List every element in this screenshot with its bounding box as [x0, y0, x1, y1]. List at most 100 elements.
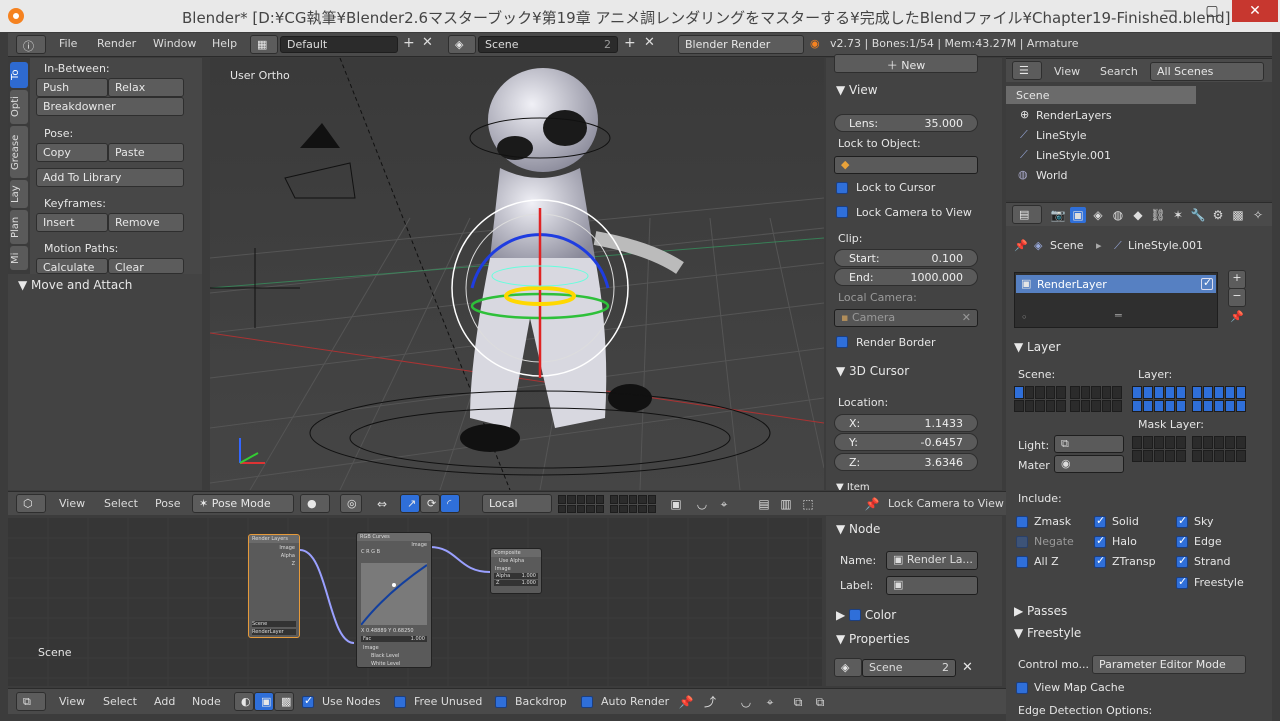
properties-section-header[interactable]: ▼ Properties — [836, 632, 910, 654]
pin-icon[interactable]: 📌 — [864, 496, 880, 512]
scene-layer-grid-2[interactable] — [1070, 386, 1122, 412]
delete-scene-icon[interactable]: ✕ — [644, 35, 655, 50]
render-layers-node[interactable]: Render Layers Image Alpha Z Scene Render… — [248, 534, 300, 638]
allz-checkbox[interactable] — [1016, 556, 1028, 568]
scene-layer-grid-1[interactable] — [1014, 386, 1066, 412]
copy-nodes-icon[interactable]: ⧉ — [790, 694, 806, 710]
color-section-header[interactable]: ▶ Color — [836, 607, 896, 629]
curve-channel-tabs[interactable]: C R G B — [357, 549, 431, 555]
outliner-type-icon[interactable]: ☰ — [1012, 61, 1042, 80]
composite-node[interactable]: Composite Use Alpha Image Alpha 1.000 Z 1.… — [490, 548, 542, 594]
z-field[interactable]: Z 1.000 — [494, 580, 538, 586]
mask-layer-grid-2[interactable] — [1192, 436, 1246, 462]
cursor-x-field[interactable]: X: 1.1433 — [834, 414, 978, 432]
view3d-view-menu[interactable]: View — [59, 497, 85, 510]
outliner-search-menu[interactable]: Search — [1100, 65, 1138, 78]
remove-render-layer-button[interactable]: − — [1228, 288, 1246, 307]
texture-tree-icon[interactable]: ▩ — [274, 692, 294, 711]
clip-start-field[interactable]: Start: 0.100 — [834, 249, 978, 267]
solid-checkbox[interactable] — [1094, 514, 1106, 528]
item-section-header[interactable]: ▼ Item — [836, 482, 870, 490]
parent-node-icon[interactable]: ⤴ — [702, 694, 718, 710]
outliner-filter-select[interactable]: All Scenes — [1150, 62, 1264, 81]
delete-layout-icon[interactable]: ✕ — [422, 35, 433, 50]
editor-type-cube-icon[interactable]: ⬡ — [16, 494, 46, 513]
use-nodes-checkbox[interactable] — [302, 694, 314, 708]
strand-checkbox[interactable] — [1176, 554, 1188, 568]
info-editor-type-button[interactable]: ⓘ — [16, 35, 46, 54]
use-alpha-toggle[interactable]: Use Alpha — [491, 557, 541, 565]
breakdowner-button[interactable]: Breakdowner — [36, 97, 184, 116]
node-layer-field[interactable]: RenderLayer — [252, 629, 296, 635]
list-resize-handle[interactable]: ═ — [1115, 309, 1122, 322]
auto-render-checkbox[interactable] — [581, 696, 593, 708]
clear-paths-button[interactable]: Clear — [108, 258, 184, 274]
lock-camera-header-label[interactable]: Lock Camera to View — [888, 497, 1004, 510]
node-scene-icon[interactable]: ◈ — [834, 658, 862, 677]
render-context-icon[interactable]: 📷 — [1050, 207, 1066, 223]
passes-section-header[interactable]: ▶ Passes — [1014, 604, 1067, 626]
shading-select[interactable]: ● — [300, 494, 330, 513]
lens-field[interactable]: Lens: 35.000 — [834, 114, 978, 132]
translate-icon[interactable]: ↗ — [400, 494, 420, 513]
bone-context-icon[interactable]: ✶ — [1170, 207, 1186, 223]
constraints-context-icon[interactable]: ⛓ — [1150, 207, 1166, 223]
texture-context-icon[interactable]: ▩ — [1230, 207, 1246, 223]
view3d-pose-menu[interactable]: Pose — [155, 497, 180, 510]
pivot-icon[interactable]: ◎ — [340, 494, 362, 513]
light-group-field[interactable]: ⧉ — [1054, 435, 1124, 453]
tab-plan[interactable]: Plan — [10, 210, 28, 244]
render-layer-name[interactable]: RenderLayer — [1037, 278, 1107, 291]
relax-button[interactable]: Relax — [108, 78, 184, 97]
pose-library-icon[interactable]: ▣ — [668, 496, 684, 512]
node-scene-field[interactable]: Scene — [252, 621, 296, 627]
pin-properties-icon[interactable]: 📌 — [1014, 239, 1028, 252]
lock-camera-to-view-checkbox[interactable] — [836, 206, 848, 218]
freestyle-section-header[interactable]: ▼ Freestyle — [1014, 626, 1081, 648]
clip-end-field[interactable]: End: 1000.000 — [834, 268, 978, 286]
negate-checkbox[interactable] — [1016, 536, 1028, 548]
node-label-field[interactable]: ▣ — [886, 576, 978, 595]
manipulator-icon[interactable]: ⇔ — [374, 496, 390, 512]
insert-keyframe-button[interactable]: Insert — [36, 213, 108, 232]
node-node-menu[interactable]: Node — [192, 695, 221, 708]
path-scene[interactable]: Scene — [1050, 239, 1084, 252]
screen-layout-icon[interactable]: ▦ — [250, 35, 278, 54]
cursor-z-field[interactable]: Z: 3.6346 — [834, 453, 978, 471]
snap-element-icon[interactable]: ⌖ — [762, 694, 778, 710]
close-button[interactable]: ✕ — [1232, 0, 1278, 22]
outliner-item-linestyle[interactable]: LineStyle — [1036, 129, 1087, 142]
maximize-button[interactable]: ▢ — [1192, 0, 1232, 22]
new-button[interactable]: ＋ New — [834, 54, 978, 73]
scene-icon[interactable]: ◈ — [448, 35, 476, 54]
paste-nodes-icon[interactable]: ⧉ — [812, 694, 828, 710]
tab-grease-pencil[interactable]: Grease — [10, 126, 28, 178]
rotate-icon[interactable]: ⟳ — [420, 494, 440, 513]
render-layer-list[interactable]: ▣ RenderLayer ◦ ═ — [1014, 272, 1218, 328]
scene-context-icon[interactable]: ◈ — [1090, 207, 1106, 223]
render-opengl-icon[interactable]: ⬚ — [800, 496, 816, 512]
tab-options[interactable]: Opti — [10, 90, 28, 124]
node-color-checkbox[interactable] — [849, 609, 862, 621]
paste-pose-button[interactable]: Paste — [108, 143, 184, 162]
node-section-header[interactable]: ▼ Node — [836, 522, 880, 544]
layer-buttons-2[interactable] — [610, 495, 656, 513]
freestyle-include-checkbox[interactable] — [1176, 575, 1188, 589]
fac-field[interactable]: Fac 1.000 — [361, 636, 427, 642]
backdrop-checkbox[interactable] — [495, 696, 507, 708]
add-layout-icon[interactable]: + — [403, 35, 415, 51]
sky-checkbox[interactable] — [1176, 514, 1188, 528]
pin-layer-icon[interactable]: 📌 — [1230, 310, 1244, 323]
outliner-item-scene[interactable]: Scene — [1016, 89, 1050, 102]
path-linestyle[interactable]: LineStyle.001 — [1128, 239, 1203, 252]
view-map-cache-checkbox[interactable] — [1016, 682, 1028, 694]
copy-pose-button[interactable]: Copy — [36, 143, 108, 162]
control-mode-select[interactable]: Parameter Editor Mode — [1092, 655, 1246, 674]
layer-section-header[interactable]: ▼ Layer — [1014, 340, 1061, 362]
render-animation-icon[interactable]: ▥ — [778, 496, 794, 512]
render-image-icon[interactable]: ▤ — [756, 496, 772, 512]
calculate-paths-button[interactable]: Calculate — [36, 258, 108, 274]
scene-field[interactable]: Scene 2 — [478, 36, 618, 53]
world-context-icon[interactable]: ◍ — [1110, 207, 1126, 223]
outliner-view-menu[interactable]: View — [1054, 65, 1080, 78]
